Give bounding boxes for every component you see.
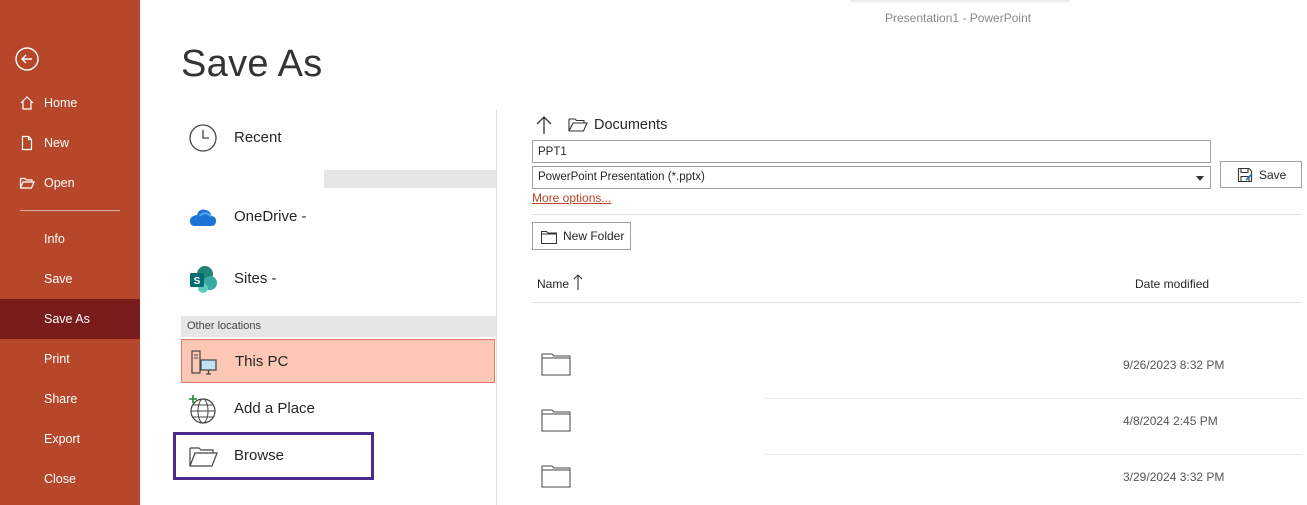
- sidebar-item-label: Print: [44, 352, 70, 366]
- chevron-down-icon: [1196, 176, 1204, 181]
- save-button[interactable]: Save: [1220, 161, 1302, 188]
- sidebar-item-label: Open: [44, 176, 75, 190]
- column-divider: [496, 110, 497, 505]
- location-add-place[interactable]: Add a Place: [181, 386, 495, 430]
- backstage-sidebar: Home New Open Info Save Save As Print Sh…: [0, 0, 140, 505]
- clock-icon: [188, 123, 218, 153]
- file-date: 3/29/2024 3:32 PM: [1123, 470, 1225, 484]
- file-date: 4/8/2024 2:45 PM: [1123, 414, 1218, 428]
- sidebar-item-label: New: [44, 136, 70, 150]
- file-row[interactable]: 3/29/2024 3:32 PM: [532, 454, 1302, 505]
- browse-highlight-frame: [173, 432, 374, 480]
- globe-add-icon: [188, 394, 218, 424]
- home-icon: [19, 95, 35, 111]
- new-folder-label: New Folder: [563, 229, 625, 243]
- location-sites[interactable]: S Sites -: [181, 256, 495, 300]
- sidebar-item-export[interactable]: Export: [0, 419, 140, 459]
- location-recent[interactable]: Recent: [181, 115, 495, 159]
- other-locations-header: Other locations: [181, 316, 496, 337]
- folder-open-icon: [568, 117, 588, 133]
- current-path[interactable]: Documents: [594, 117, 667, 133]
- sidebar-item-save[interactable]: Save: [0, 259, 140, 299]
- location-label: Sites -: [234, 269, 277, 287]
- more-options-link[interactable]: More options...: [532, 191, 611, 205]
- filetype-value: PowerPoint Presentation (*.pptx): [538, 171, 705, 183]
- new-folder-button[interactable]: New Folder: [532, 222, 631, 250]
- title-bar-shadow: [850, 0, 1070, 4]
- folder-icon: [541, 408, 571, 432]
- back-arrow-icon[interactable]: [14, 46, 40, 72]
- save-button-label: Save: [1259, 167, 1287, 182]
- save-locations: Recent OneDrive - S Sites - Other locati…: [173, 110, 496, 505]
- sidebar-item-label: Close: [44, 472, 76, 486]
- sidebar-item-print[interactable]: Print: [0, 339, 140, 379]
- folder-icon: [541, 352, 571, 376]
- location-label: Recent: [234, 128, 282, 146]
- window-title: Presentation1 - PowerPoint: [885, 11, 1032, 25]
- sidebar-item-info[interactable]: Info: [0, 219, 140, 259]
- computer-icon: [189, 348, 219, 378]
- onedrive-cloud-icon: [188, 202, 218, 232]
- sharepoint-icon: S: [188, 264, 218, 294]
- location-label: This PC: [235, 352, 289, 370]
- location-label: Add a Place: [234, 399, 315, 417]
- location-label: OneDrive -: [234, 207, 307, 225]
- location-this-pc[interactable]: This PC: [181, 339, 495, 383]
- sidebar-divider: [20, 210, 120, 211]
- location-onedrive[interactable]: OneDrive -: [181, 194, 495, 238]
- sidebar-item-label: Export: [44, 432, 81, 446]
- recent-divider-bar: [181, 170, 496, 188]
- file-row[interactable]: 4/8/2024 2:45 PM: [532, 398, 1302, 454]
- sidebar-item-new[interactable]: New: [0, 123, 140, 163]
- sidebar-item-label: Share: [44, 392, 78, 406]
- pane-divider: [532, 214, 1302, 215]
- page-title: Save As: [181, 43, 323, 85]
- open-folder-icon: [19, 175, 35, 191]
- sidebar-item-label: Save: [44, 272, 73, 286]
- file-date: 9/26/2023 8:32 PM: [1123, 358, 1225, 372]
- up-arrow-icon[interactable]: [535, 115, 553, 135]
- sidebar-item-home[interactable]: Home: [0, 83, 140, 123]
- header-divider: [532, 302, 1302, 303]
- column-header-name[interactable]: Name: [537, 277, 569, 291]
- sort-ascending-icon: [572, 273, 584, 291]
- save-disk-icon: [1237, 167, 1253, 183]
- sidebar-item-open[interactable]: Open: [0, 163, 140, 203]
- new-file-icon: [19, 135, 35, 151]
- filename-input[interactable]: [532, 140, 1211, 163]
- sidebar-item-label: Home: [44, 96, 78, 110]
- file-pane: Documents PowerPoint Presentation (*.ppt…: [532, 110, 1302, 505]
- sidebar-item-label: Save As: [44, 312, 90, 326]
- sidebar-item-share[interactable]: Share: [0, 379, 140, 419]
- filetype-dropdown[interactable]: PowerPoint Presentation (*.pptx): [532, 166, 1211, 189]
- file-row[interactable]: 9/26/2023 8:32 PM: [532, 342, 1302, 398]
- column-header-date[interactable]: Date modified: [1135, 277, 1209, 291]
- svg-text:S: S: [194, 276, 201, 287]
- folder-icon: [541, 464, 571, 488]
- sidebar-item-save-as[interactable]: Save As: [0, 299, 140, 339]
- sidebar-item-label: Info: [44, 232, 65, 246]
- folder-icon: [541, 230, 557, 244]
- sidebar-item-close[interactable]: Close: [0, 459, 140, 499]
